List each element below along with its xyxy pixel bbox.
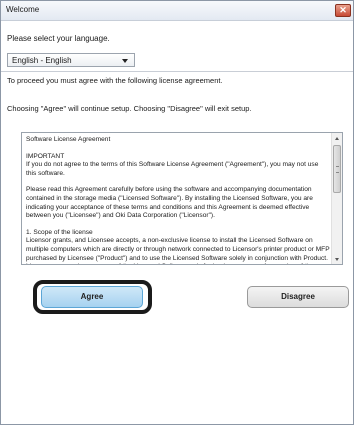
choice-info-text: Choosing "Agree" will continue setup. Ch… — [7, 104, 252, 113]
language-prompt: Please select your language. — [7, 34, 110, 43]
language-select-value: English - English — [12, 56, 72, 65]
window-title: Welcome — [6, 5, 40, 14]
scroll-up-arrow-icon[interactable] — [332, 133, 342, 143]
section-1-title: 1. Scope of the license — [26, 228, 93, 236]
agreement-required-text: To proceed you must agree with the follo… — [7, 76, 223, 85]
disagree-button[interactable]: Disagree — [247, 286, 349, 308]
license-content: Software License Agreement IMPORTANT If … — [26, 136, 330, 264]
divider — [1, 71, 353, 72]
close-button[interactable]: ✕ — [335, 4, 351, 17]
chevron-down-icon — [122, 59, 128, 63]
license-heading: Software License Agreement — [26, 136, 111, 143]
welcome-dialog: Welcome ✕ Please select your language. E… — [0, 0, 354, 425]
scroll-thumb[interactable] — [333, 145, 341, 193]
scroll-down-arrow-icon[interactable] — [332, 254, 342, 264]
license-scrollbar[interactable] — [331, 133, 342, 264]
section-1-body: Licensor grants, and Licensee accepts, a… — [26, 237, 330, 264]
important-body: If you do not agree to the terms of this… — [26, 161, 319, 177]
license-paragraph: Please read this Agreement carefully bef… — [26, 186, 313, 220]
agree-button[interactable]: Agree — [41, 286, 143, 308]
title-bar: Welcome ✕ — [1, 1, 353, 21]
important-title: IMPORTANT — [26, 152, 65, 160]
language-select[interactable]: English - English — [7, 53, 135, 67]
license-text-area[interactable]: Software License Agreement IMPORTANT If … — [21, 132, 343, 265]
